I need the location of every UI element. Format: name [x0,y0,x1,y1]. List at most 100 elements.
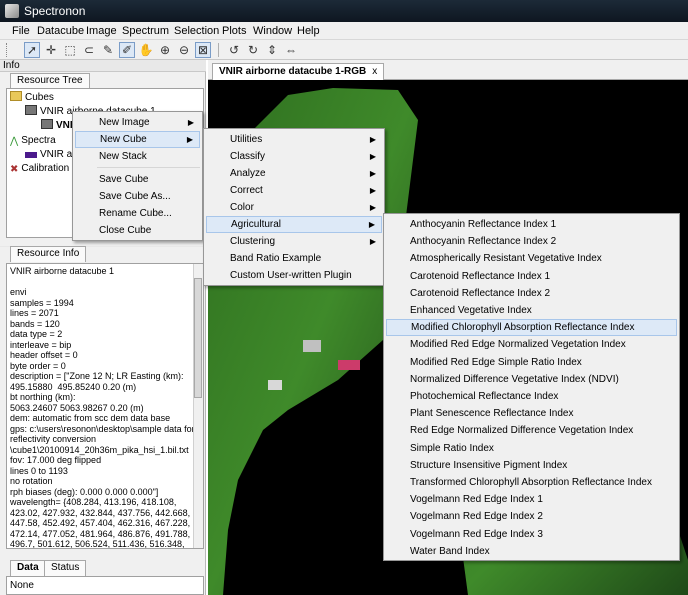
agricultural-menu-item[interactable]: Anthocyanin Reflectance Index 1 [386,216,677,233]
context-menu-item[interactable]: Save Cube As... [75,188,200,205]
agricultural-menu-item[interactable]: Vogelmann Red Edge Index 2 [386,508,677,525]
new-cube-submenu: Utilities ▶ Classify ▶ Analyze ▶ Correct ▶ Color… [203,128,385,286]
menu-datacube[interactable]: Datacube [37,25,84,37]
menu-help[interactable]: Help [297,25,320,37]
agricultural-menu-item[interactable]: Modified Chlorophyll Absorption Reflecta… [386,319,677,337]
agricultural-menu-item[interactable]: Vogelmann Red Edge Index 3 [386,526,677,543]
agricultural-menu-item[interactable]: Red Edge Normalized Difference Vegetatio… [386,422,677,439]
close-tab-icon[interactable]: x [372,66,377,77]
context-menu-item[interactable]: New Stack [75,148,200,165]
title-bar: Spectronon [0,0,688,22]
crosshair-icon[interactable]: ✛ [43,42,59,58]
agricultural-menu-item[interactable]: Modified Red Edge Normalized Vegetation … [386,336,677,353]
menu-image[interactable]: Image [86,25,117,37]
agricultural-menu-item[interactable]: Transformed Chlorophyll Absorption Refle… [386,474,677,491]
menu-file[interactable]: File [12,25,30,37]
submenu-arrow-icon: ▶ [369,169,376,178]
submenu-arrow-icon: ▶ [369,152,376,161]
toolbar-grip[interactable] [6,43,9,57]
zoom-out-icon[interactable]: ⊖ [176,42,192,58]
submenu-arrow-icon: ▶ [369,135,376,144]
flip-vertical-icon[interactable]: ⇕ [264,42,280,58]
new-cube-menu-item[interactable]: Agricultural ▶ [206,216,382,233]
image-icon [41,119,53,129]
wand-icon[interactable]: ✎ [100,42,116,58]
info-scrollbar[interactable] [193,264,203,548]
agricultural-menu-item[interactable]: Carotenoid Reflectance Index 1 [386,268,677,285]
rotate-right-icon[interactable]: ↻ [245,42,261,58]
agricultural-menu-item[interactable]: Water Band Index [386,543,677,560]
agricultural-menu-item[interactable]: Atmospherically Resistant Vegetative Ind… [386,250,677,267]
tree-item-cubes[interactable]: Cubes [10,91,54,105]
context-menu-item[interactable]: New Image ▶ [75,114,200,131]
building-marker [303,340,321,352]
context-menu-item[interactable]: Rename Cube... [75,205,200,222]
resource-info-panel: VNIR airborne datacube 1 envi samples = … [6,263,204,549]
spectra-icon: ⋀ [10,136,19,147]
context-menu-item[interactable]: Save Cube [75,171,200,188]
tree-item-spectra[interactable]: ⋀ Spectra [10,135,56,149]
tab-status[interactable]: Status [44,560,87,576]
submenu-arrow-icon: ▶ [369,186,376,195]
new-cube-menu-item[interactable]: Analyze ▶ [206,165,382,182]
new-cube-menu-item[interactable]: Clustering ▶ [206,233,382,250]
new-cube-menu-item[interactable]: Band Ratio Example [206,250,382,267]
datacube-icon [25,105,37,115]
data-panel: None [6,576,204,595]
submenu-arrow-icon: ▶ [369,203,376,212]
agricultural-menu-item[interactable]: Carotenoid Reflectance Index 2 [386,285,677,302]
menu-spectrum[interactable]: Spectrum [122,25,169,37]
document-tab-bar: VNIR airborne datacube 1-RGB x [208,60,688,80]
tab-resource-tree[interactable]: Resource Tree [10,73,90,89]
tab-vnir-rgb[interactable]: VNIR airborne datacube 1-RGB x [212,63,385,80]
select-arrow-icon[interactable]: ➚ [24,42,40,58]
agricultural-menu-item[interactable]: Plant Senescence Reflectance Index [386,405,677,422]
zoom-fit-icon[interactable]: ⊠ [195,42,211,58]
flip-horizontal-icon[interactable]: ⇔ [283,42,299,58]
submenu-arrow-icon: ▶ [187,118,194,127]
agricultural-menu-item[interactable]: Anthocyanin Reflectance Index 2 [386,233,677,250]
calibration-icon: ✖ [10,164,19,175]
new-cube-menu-item[interactable]: Color ▶ [206,199,382,216]
rect-select-icon[interactable]: ⬚ [62,42,78,58]
tab-resource-info[interactable]: Resource Info [10,246,87,262]
agricultural-menu-item[interactable]: Photochemical Reflectance Index [386,388,677,405]
menu-selection[interactable]: Selection [174,25,219,37]
agricultural-submenu: Anthocyanin Reflectance Index 1 Anthocyan… [383,213,680,561]
app-icon [5,4,19,18]
menu-bar: File Datacube Image Spectrum Selection P… [0,22,688,40]
rotate-left-icon[interactable]: ↺ [226,42,242,58]
menu-window[interactable]: Window [253,25,292,37]
submenu-arrow-icon: ▶ [186,135,193,144]
tree-item-spectrum[interactable]: VNIR ai [25,149,74,163]
new-cube-menu-item[interactable]: Correct ▶ [206,182,382,199]
menu-plots[interactable]: Plots [222,25,246,37]
new-cube-menu-item[interactable]: Utilities ▶ [206,131,382,148]
window-title: Spectronon [24,4,86,18]
lasso-icon[interactable]: ⊂ [81,42,97,58]
context-menu-item[interactable]: Close Cube [75,222,200,239]
zoom-in-icon[interactable]: ⊕ [157,42,173,58]
new-cube-menu-item[interactable]: Custom User-written Plugin [206,267,382,284]
menu-separator [97,167,200,168]
agricultural-menu-item[interactable]: Normalized Difference Vegetative Index (… [386,371,677,388]
pan-icon[interactable]: ✋ [138,42,154,58]
agricultural-menu-item[interactable]: Structure Insensitive Pigment Index [386,457,677,474]
agricultural-menu-item[interactable]: Simple Ratio Index [386,440,677,457]
tree-item-calibration[interactable]: ✖ Calibration [10,163,69,177]
new-cube-menu-item[interactable]: Classify ▶ [206,148,382,165]
submenu-arrow-icon: ▶ [369,237,376,246]
context-menu-item[interactable]: New Cube ▶ [75,131,200,148]
spectrum-swatch-icon [25,152,37,158]
agricultural-menu-item[interactable]: Vogelmann Red Edge Index 1 [386,491,677,508]
toolbar-separator [218,43,219,57]
resource-info-text: VNIR airborne datacube 1 envi samples = … [10,266,195,549]
rooftop-marker [338,360,360,370]
data-value: None [10,580,34,591]
info-scrollbar-thumb[interactable] [194,278,202,398]
pencil-select-icon[interactable]: ✐ [119,42,135,58]
building-marker [268,380,282,390]
agricultural-menu-item[interactable]: Modified Red Edge Simple Ratio Index [386,354,677,371]
agricultural-menu-item[interactable]: Enhanced Vegetative Index [386,302,677,319]
tab-data[interactable]: Data [10,560,46,576]
